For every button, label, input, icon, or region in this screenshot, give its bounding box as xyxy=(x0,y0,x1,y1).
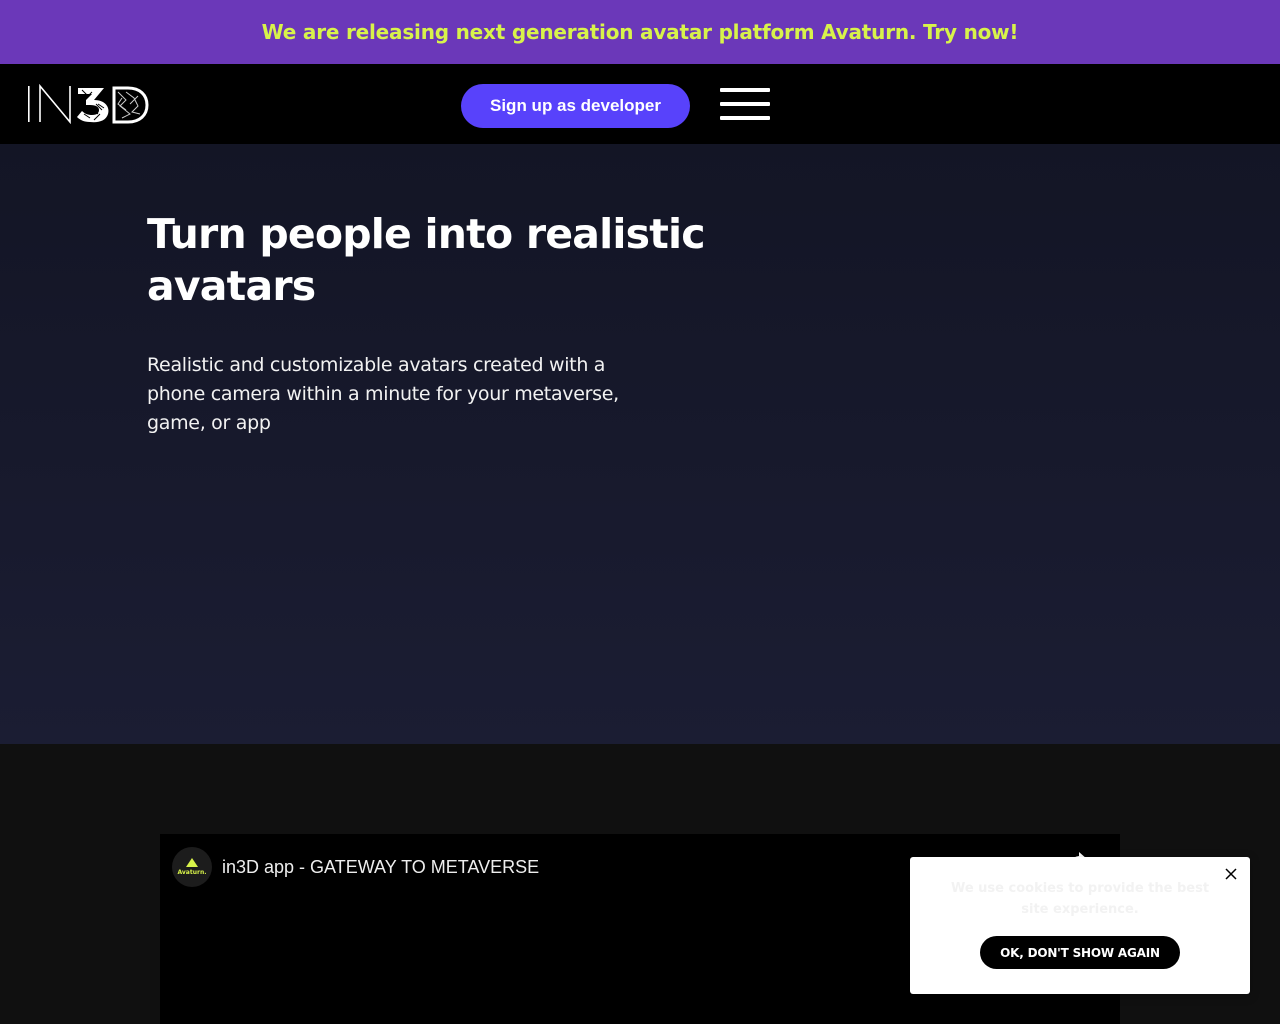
cookie-accept-button[interactable]: OK, DON'T SHOW AGAIN xyxy=(980,936,1180,969)
avaturn-logo-icon xyxy=(186,858,198,867)
video-title-link[interactable]: in3D app - GATEWAY TO METAVERSE xyxy=(222,857,539,877)
menu-bar xyxy=(720,102,770,106)
menu-bar xyxy=(720,88,770,92)
hamburger-menu-icon[interactable] xyxy=(720,88,770,120)
in3d-logo[interactable] xyxy=(26,83,150,125)
channel-avatar[interactable]: Avaturn. xyxy=(172,847,212,887)
announcement-text: We are releasing next generation avatar … xyxy=(261,20,1019,44)
logo-graphic xyxy=(28,83,149,125)
cookie-message: We use cookies to provide the best site … xyxy=(950,881,1210,917)
site-header: Sign up as developer xyxy=(0,64,1280,144)
menu-bar xyxy=(720,116,770,120)
signup-developer-button[interactable]: Sign up as developer xyxy=(461,84,690,128)
announcement-banner[interactable]: We are releasing next generation avatar … xyxy=(0,0,1280,64)
hero-title: Turn people into realistic avatars xyxy=(147,210,706,310)
hero-section: Turn people into realistic avatars Reali… xyxy=(0,144,1280,744)
hero-subtitle: Realistic and customizable avatars creat… xyxy=(147,354,619,434)
cookie-consent-popup: We use cookies to provide the best site … xyxy=(910,857,1250,994)
channel-name: Avaturn. xyxy=(177,869,207,876)
close-glyph xyxy=(1225,868,1237,880)
close-icon[interactable] xyxy=(1222,865,1240,883)
